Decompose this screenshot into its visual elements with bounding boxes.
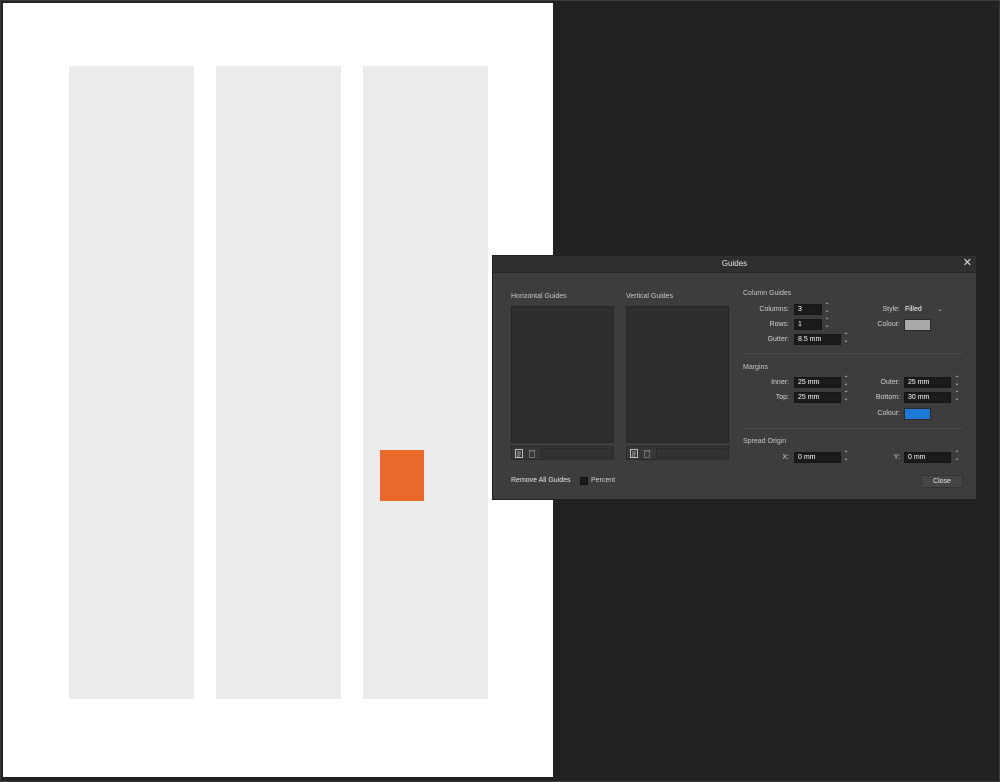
bottom-margin-input[interactable]: 30 mm — [904, 392, 951, 403]
origin-x-input[interactable]: 0 mm — [794, 452, 841, 463]
inner-margin-stepper[interactable]: ⌃ ⌄ — [843, 376, 849, 388]
column-guide-1 — [69, 66, 194, 699]
gutter-label: Gutter: — [767, 336, 789, 343]
style-label: Style: — [882, 306, 900, 313]
chevron-down-icon: ⌄ — [937, 307, 943, 313]
origin-x-stepper[interactable]: ⌃ ⌄ — [843, 451, 849, 463]
origin-y-stepper[interactable]: ⌃ ⌄ — [954, 451, 960, 463]
columns-input[interactable]: 3 — [794, 304, 822, 315]
margin-colour-swatch[interactable] — [904, 408, 931, 420]
columns-stepper[interactable]: ⌃ ⌄ — [824, 303, 830, 315]
document-page[interactable] — [3, 3, 553, 777]
vertical-guides-label: Vertical Guides — [626, 293, 674, 300]
vertical-guides-list[interactable] — [626, 306, 729, 443]
outer-margin-input[interactable]: 25 mm — [904, 377, 951, 388]
gutter-stepper[interactable]: ⌃ ⌄ — [843, 333, 849, 345]
add-guide-icon[interactable] — [515, 449, 523, 458]
close-button[interactable]: Close — [921, 475, 963, 488]
percent-label: Percent — [591, 477, 616, 484]
top-margin-input[interactable]: 25 mm — [794, 392, 841, 403]
rows-label: Rows: — [769, 321, 789, 328]
dialog-titlebar[interactable]: Guides ✕ — [493, 256, 976, 273]
margin-colour-label: Colour: — [877, 410, 900, 417]
column-guide-3 — [363, 66, 488, 699]
top-margin-stepper[interactable]: ⌃ ⌄ — [843, 391, 849, 403]
inner-label: Inner: — [771, 379, 789, 386]
outer-margin-stepper[interactable]: ⌃ ⌄ — [954, 376, 960, 388]
remove-all-guides-button[interactable]: Remove All Guides — [511, 477, 571, 484]
bottom-margin-stepper[interactable]: ⌃ ⌄ — [954, 391, 960, 403]
rows-input[interactable]: 1 — [794, 319, 822, 330]
style-dropdown[interactable]: Filled ⌄ — [905, 306, 943, 313]
y-label: Y: — [893, 454, 900, 461]
outer-label: Outer: — [880, 379, 900, 386]
add-guide-icon[interactable] — [630, 449, 638, 458]
style-value: Filled — [905, 306, 922, 313]
close-icon[interactable]: ✕ — [963, 257, 972, 269]
trash-icon[interactable] — [643, 449, 651, 458]
inner-margin-input[interactable]: 25 mm — [794, 377, 841, 388]
top-label: Top: — [775, 394, 789, 401]
section-divider — [743, 428, 963, 429]
spread-origin-heading: Spread Origin — [743, 438, 787, 445]
margins-heading: Margins — [743, 364, 768, 371]
percent-checkbox[interactable] — [580, 477, 588, 485]
section-divider — [743, 353, 963, 354]
vertical-guides-toolbar — [626, 446, 729, 460]
x-label: X: — [782, 454, 789, 461]
rows-stepper[interactable]: ⌃ ⌄ — [824, 318, 830, 330]
dialog-title: Guides — [721, 259, 748, 268]
guides-dialog: Guides ✕ Horizontal Guides Vertical Guid… — [492, 255, 977, 500]
column-guides-heading: Column Guides — [743, 290, 792, 297]
vertical-guide-position-field[interactable] — [656, 448, 727, 458]
bottom-label: Bottom: — [875, 394, 900, 401]
trash-icon[interactable] — [528, 449, 536, 458]
horizontal-guide-position-field[interactable] — [541, 448, 612, 458]
orange-rectangle-shape[interactable] — [380, 450, 424, 501]
column-colour-label: Colour: — [877, 321, 900, 328]
column-guide-2 — [216, 66, 341, 699]
horizontal-guides-list[interactable] — [511, 306, 614, 443]
gutter-input[interactable]: 8.5 mm — [794, 334, 841, 345]
origin-y-input[interactable]: 0 mm — [904, 452, 951, 463]
horizontal-guides-toolbar — [511, 446, 614, 460]
columns-label: Columns: — [759, 306, 789, 313]
horizontal-guides-label: Horizontal Guides — [511, 293, 567, 300]
column-colour-swatch[interactable] — [904, 319, 931, 331]
